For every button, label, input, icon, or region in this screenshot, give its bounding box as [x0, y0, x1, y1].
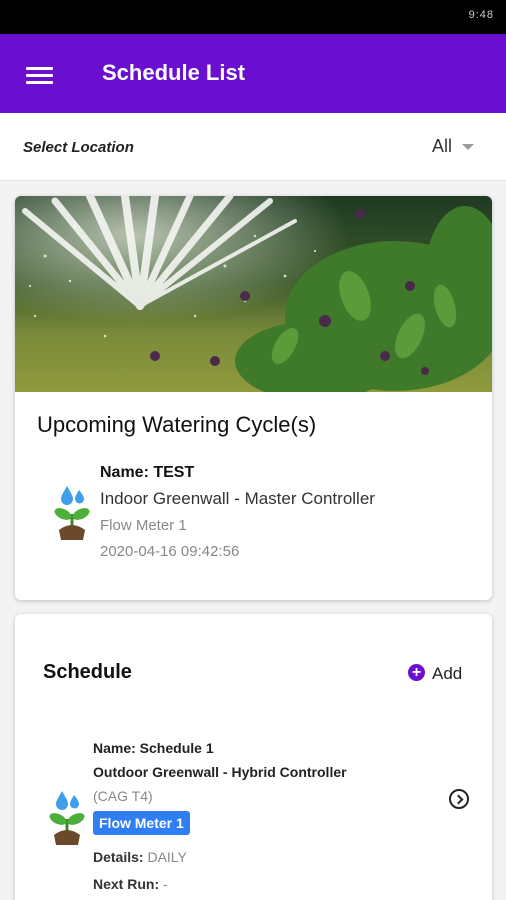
chevron-right-circle-icon[interactable] [449, 789, 469, 809]
add-schedule-button[interactable]: + Add [408, 660, 462, 684]
location-bar: Select Location All [0, 113, 506, 181]
schedule-name: Name: Schedule 1 [93, 740, 214, 756]
page-title: Schedule List [102, 60, 246, 85]
add-label: Add [432, 664, 463, 683]
next-run-label: Next Run: [93, 876, 160, 892]
upcoming-card: Upcoming Watering Cycle(s) Name: TEST In… [15, 196, 492, 600]
schedule-card: Schedule + Add Name: Schedule 1 Outdoor … [15, 614, 492, 900]
next-run-value: - [163, 876, 168, 892]
upcoming-name: Name: TEST [100, 464, 195, 481]
sprinkler-hero-image [15, 196, 492, 392]
plant-drop-icon [49, 791, 85, 845]
location-value: All [432, 135, 453, 156]
schedule-title: Schedule [43, 661, 132, 683]
menu-icon[interactable] [20, 60, 60, 90]
status-time: 9:48 [468, 9, 494, 21]
details-value: DAILY [147, 849, 187, 865]
flow-meter-badge: Flow Meter 1 [93, 811, 190, 835]
add-circle-icon: + [408, 663, 425, 681]
app-bar: Schedule List [0, 34, 506, 113]
upcoming-title: Upcoming Watering Cycle(s) [37, 412, 317, 437]
schedule-next-run: Next Run: - [93, 876, 168, 892]
schedule-controller: Outdoor Greenwall - Hybrid Controller [93, 764, 347, 780]
schedule-group: (CAG T4) [93, 788, 153, 804]
plant-drop-icon [54, 486, 90, 540]
upcoming-meter: Flow Meter 1 [100, 517, 187, 534]
dropdown-caret-icon [462, 144, 475, 150]
details-label: Details: [93, 849, 144, 865]
upcoming-controller: Indoor Greenwall - Master Controller [100, 489, 375, 508]
status-bar: 9:48 [0, 0, 506, 34]
location-label: Select Location [23, 139, 134, 156]
schedule-details: Details: DAILY [93, 849, 187, 865]
location-select[interactable]: All [432, 133, 475, 159]
upcoming-time: 2020-04-16 09:42:56 [100, 543, 240, 560]
